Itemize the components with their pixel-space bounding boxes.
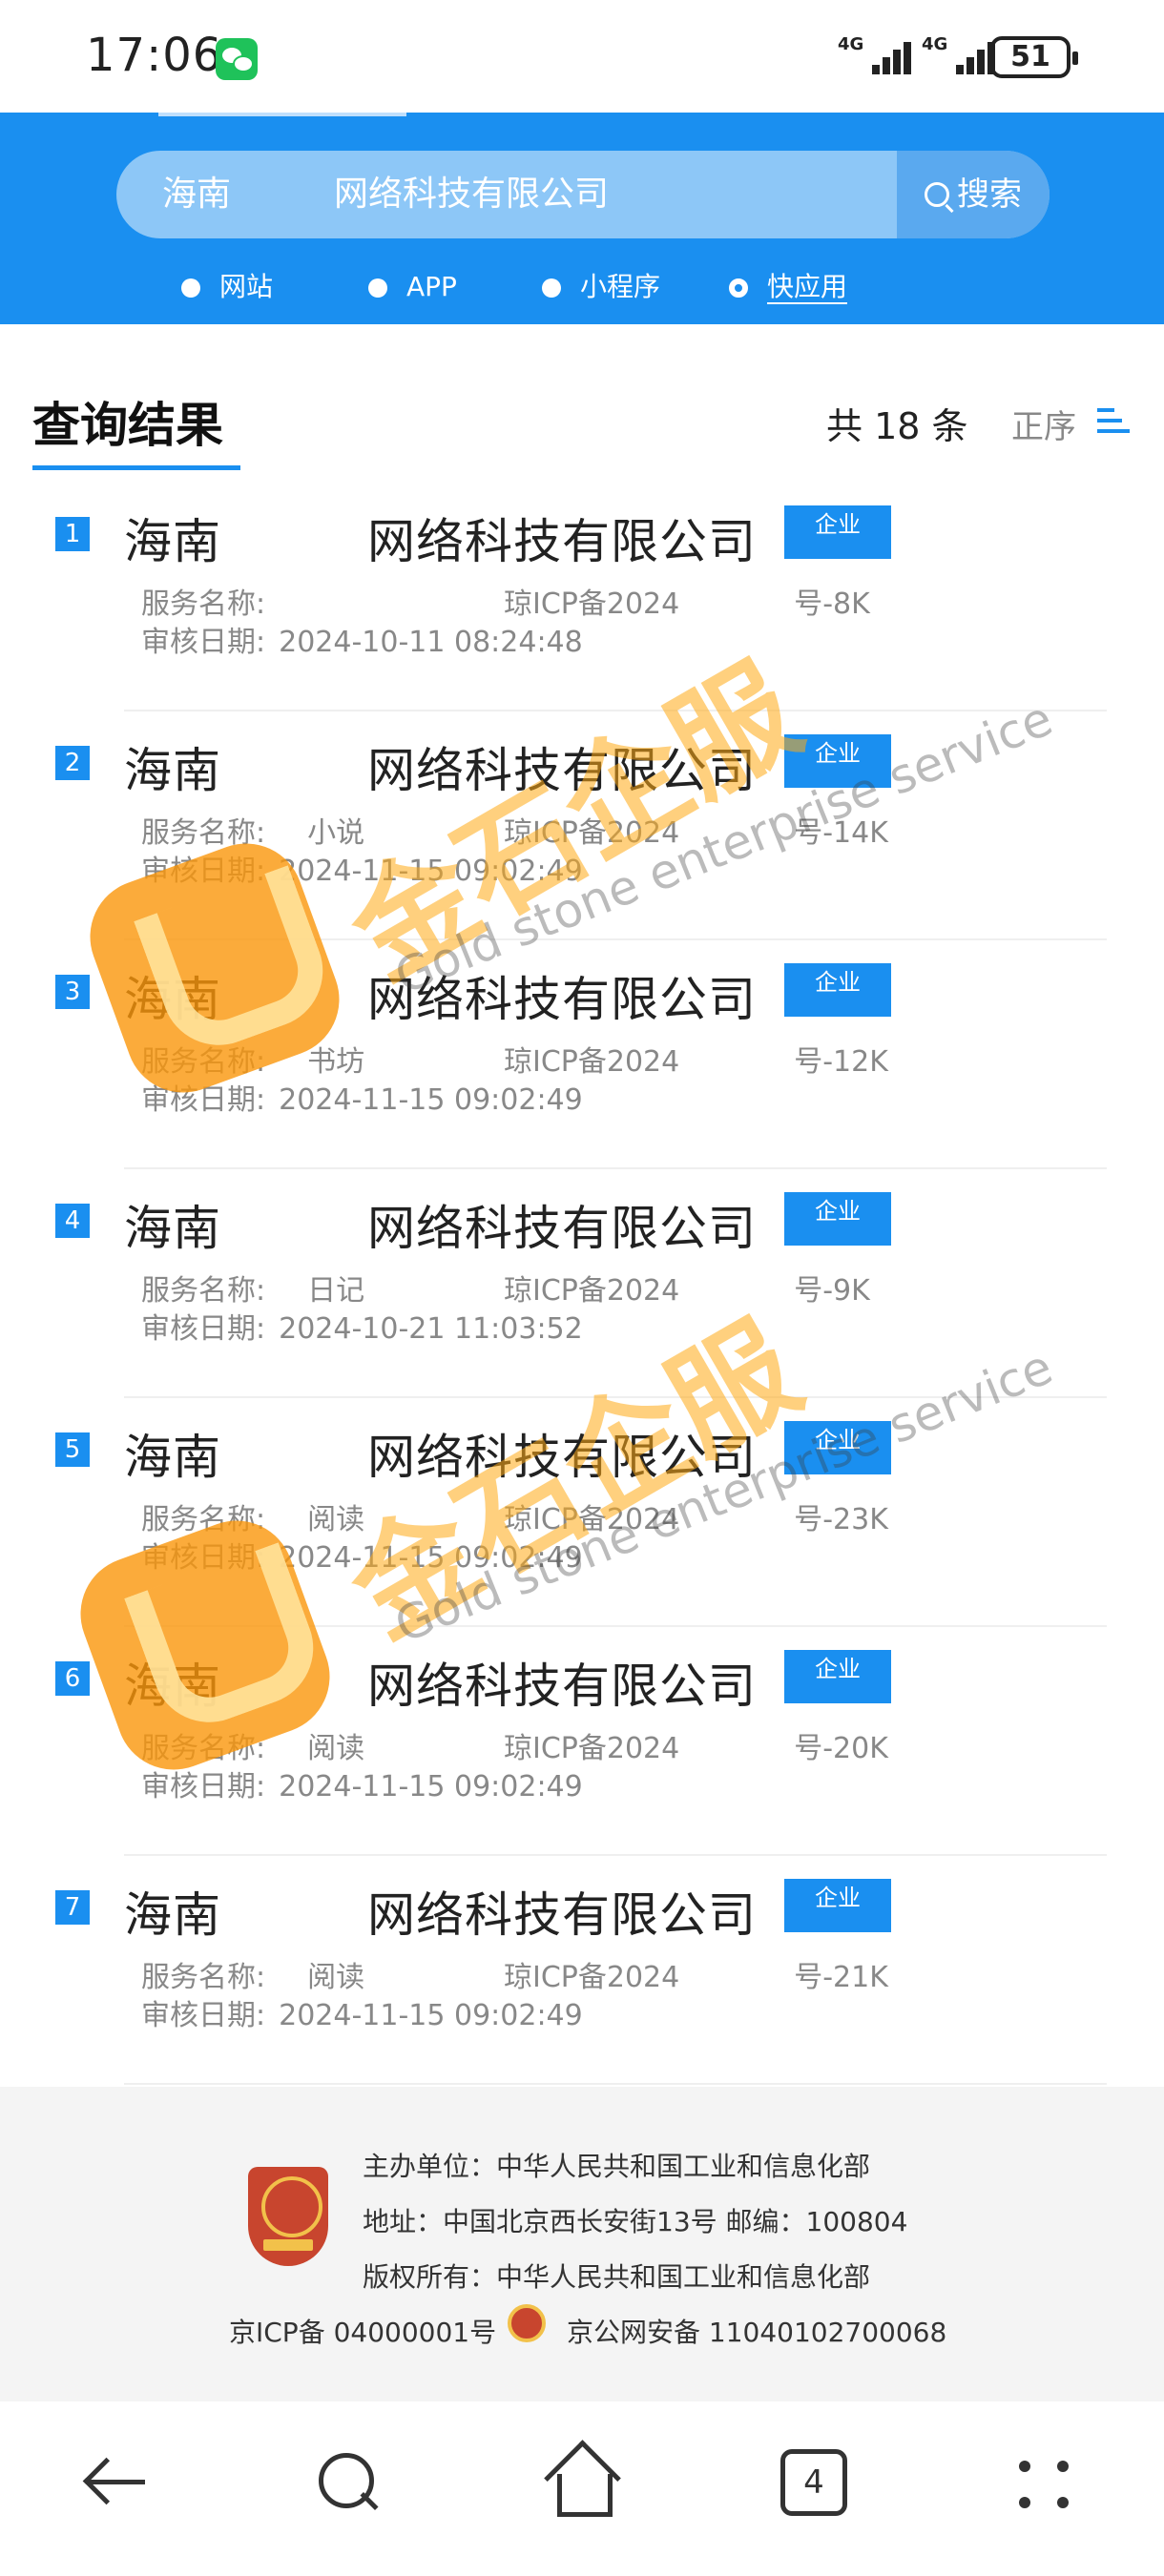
type-option-miniprogram[interactable]: 小程序 xyxy=(542,263,660,311)
enterprise-badge: 企业 xyxy=(784,1879,891,1932)
service-row: 服务名称: 小说 xyxy=(141,816,365,850)
radio-dot-icon xyxy=(542,278,561,298)
divider xyxy=(124,1396,1107,1398)
item-index: 2 xyxy=(55,746,90,780)
enterprise-badge: 企业 xyxy=(784,1192,891,1246)
footer-address: 地址：中国北京西长安街13号 邮编：100804 xyxy=(363,2206,908,2237)
icp-number: 琼ICP备2024 号-8K xyxy=(504,587,870,621)
service-row: 服务名称: 阅读 xyxy=(141,1732,365,1765)
status-bar: 17:06 4G 4G 51 xyxy=(0,0,1164,113)
item-index: 6 xyxy=(55,1661,90,1696)
icp-number: 琼ICP备2024 号-20K xyxy=(504,1732,888,1765)
results-title-underline xyxy=(32,465,240,470)
network-type-label-2: 4G xyxy=(922,34,948,54)
enterprise-badge: 企业 xyxy=(784,1421,891,1474)
list-item[interactable]: 7 海南 网络科技有限公司 企业 服务名称: 阅读 琼ICP备2024 号-21… xyxy=(0,1858,1164,2087)
date-row: 审核日期: 2024-11-15 09:02:49 xyxy=(141,1770,583,1803)
company-name[interactable]: 海南 网络科技有限公司 xyxy=(124,504,757,572)
radio-dot-icon xyxy=(368,278,387,298)
item-index: 4 xyxy=(55,1204,90,1238)
list-item[interactable]: 3 海南 网络科技有限公司 企业 服务名称: 书坊 琼ICP备2024 号-12… xyxy=(0,942,1164,1171)
divider xyxy=(124,938,1107,940)
date-row: 审核日期: 2024-11-15 09:02:49 xyxy=(141,1083,583,1117)
date-row: 审核日期: 2024-11-15 09:02:49 xyxy=(141,1999,583,2032)
service-row: 服务名称: 阅读 xyxy=(141,1961,365,1994)
police-badge-icon xyxy=(508,2304,546,2342)
item-index: 7 xyxy=(55,1890,90,1925)
company-name[interactable]: 海南 网络科技有限公司 xyxy=(124,1190,757,1259)
sort-order-icon[interactable] xyxy=(1097,406,1135,435)
footer-police-link[interactable]: 京公网安备 11040102700068 xyxy=(567,2312,946,2350)
header-tab-indicator xyxy=(158,113,406,116)
service-row: 服务名称: 书坊 xyxy=(141,1045,365,1079)
home-icon[interactable] xyxy=(536,2440,622,2525)
results-card: 查询结果 共 18 条 正序 1 海南 网络科技有限公司 企业 服务名称: 琼I… xyxy=(0,341,1164,2087)
type-option-app[interactable]: APP xyxy=(368,263,457,311)
list-item[interactable]: 4 海南 网络科技有限公司 企业 服务名称: 日记 琼ICP备2024 号-9K… xyxy=(0,1171,1164,1400)
signal-icon: 4G xyxy=(838,36,922,78)
search-button-label: 搜索 xyxy=(957,175,1022,214)
wechat-notification-icon xyxy=(216,38,258,80)
date-row: 审核日期: 2024-10-21 11:03:52 xyxy=(141,1312,583,1346)
search-header: 海南 网络科技有限公司 搜索 网站 APP 小程序 快应用 xyxy=(0,113,1164,324)
company-name[interactable]: 海南 网络科技有限公司 xyxy=(124,961,757,1030)
icp-number: 琼ICP备2024 号-9K xyxy=(504,1274,870,1308)
icp-number: 琼ICP备2024 号-12K xyxy=(504,1045,888,1079)
list-item[interactable]: 6 海南 网络科技有限公司 企业 服务名称: 阅读 琼ICP备2024 号-20… xyxy=(0,1629,1164,1858)
list-item[interactable]: 1 海南 网络科技有限公司 企业 服务名称: 琼ICP备2024 号-8K 审核… xyxy=(0,484,1164,713)
divider xyxy=(124,2083,1107,2085)
icp-number: 琼ICP备2024 号-21K xyxy=(504,1961,888,1994)
company-name[interactable]: 海南 网络科技有限公司 xyxy=(124,732,757,801)
results-count: 共 18 条 xyxy=(826,405,968,447)
network-type-label: 4G xyxy=(838,34,864,54)
enterprise-badge: 企业 xyxy=(784,963,891,1017)
list-item[interactable]: 2 海南 网络科技有限公司 企业 服务名称: 小说 琼ICP备2024 号-14… xyxy=(0,713,1164,942)
status-time: 17:06 xyxy=(86,29,223,82)
sort-label[interactable]: 正序 xyxy=(1011,401,1076,447)
search-box: 海南 网络科技有限公司 搜索 xyxy=(116,151,1050,238)
enterprise-badge: 企业 xyxy=(784,734,891,788)
footer-icp-link[interactable]: 京ICP备 04000001号 xyxy=(229,2312,496,2350)
date-row: 审核日期: 2024-11-15 09:02:49 xyxy=(141,1541,583,1575)
search-icon xyxy=(925,182,949,207)
radio-dot-icon xyxy=(181,278,200,298)
back-icon[interactable] xyxy=(74,2440,160,2525)
item-index: 1 xyxy=(55,517,90,551)
date-row: 审核日期: 2024-11-15 09:02:49 xyxy=(141,855,583,888)
date-row: 审核日期: 2024-10-11 08:24:48 xyxy=(141,626,583,659)
enterprise-badge: 企业 xyxy=(784,1650,891,1703)
divider xyxy=(124,1854,1107,1856)
company-name[interactable]: 海南 网络科技有限公司 xyxy=(124,1419,757,1488)
tabs-count-button[interactable]: 4 xyxy=(780,2449,847,2516)
item-index: 5 xyxy=(55,1432,90,1467)
company-name[interactable]: 海南 网络科技有限公司 xyxy=(124,1648,757,1717)
enterprise-badge: 企业 xyxy=(784,505,891,559)
list-item[interactable]: 5 海南 网络科技有限公司 企业 服务名称: 阅读 琼ICP备2024 号-23… xyxy=(0,1400,1164,1629)
battery-icon: 51 xyxy=(990,36,1078,78)
national-emblem-icon xyxy=(248,2167,328,2266)
divider xyxy=(124,1167,1107,1169)
site-footer: 主办单位：中华人民共和国工业和信息化部 地址：中国北京西长安街13号 邮编：10… xyxy=(0,2087,1164,2401)
type-options: 网站 APP 小程序 快应用 xyxy=(0,263,1164,311)
service-row: 服务名称: 阅读 xyxy=(141,1503,365,1536)
search-nav-icon[interactable] xyxy=(303,2440,389,2525)
type-option-website[interactable]: 网站 xyxy=(181,263,273,311)
divider xyxy=(124,1625,1107,1627)
type-option-quickapp[interactable]: 快应用 xyxy=(729,263,848,311)
results-title: 查询结果 xyxy=(32,398,223,453)
item-index: 3 xyxy=(55,975,90,1009)
icp-number: 琼ICP备2024 号-14K xyxy=(504,816,888,850)
search-button[interactable]: 搜索 xyxy=(897,151,1050,238)
bottom-nav-bar: 4 xyxy=(0,2401,1164,2576)
divider xyxy=(124,710,1107,711)
footer-copyright: 版权所有：中华人民共和国工业和信息化部 xyxy=(363,2261,871,2293)
radio-selected-icon xyxy=(729,278,748,298)
footer-sponsor: 主办单位：中华人民共和国工业和信息化部 xyxy=(363,2151,871,2182)
company-name[interactable]: 海南 网络科技有限公司 xyxy=(124,1877,757,1946)
service-row: 服务名称: 日记 xyxy=(141,1274,365,1308)
icp-number: 琼ICP备2024 号-23K xyxy=(504,1503,888,1536)
more-menu-icon[interactable] xyxy=(1006,2440,1091,2525)
service-row: 服务名称: xyxy=(141,587,266,621)
search-input[interactable]: 海南 网络科技有限公司 xyxy=(162,151,945,238)
